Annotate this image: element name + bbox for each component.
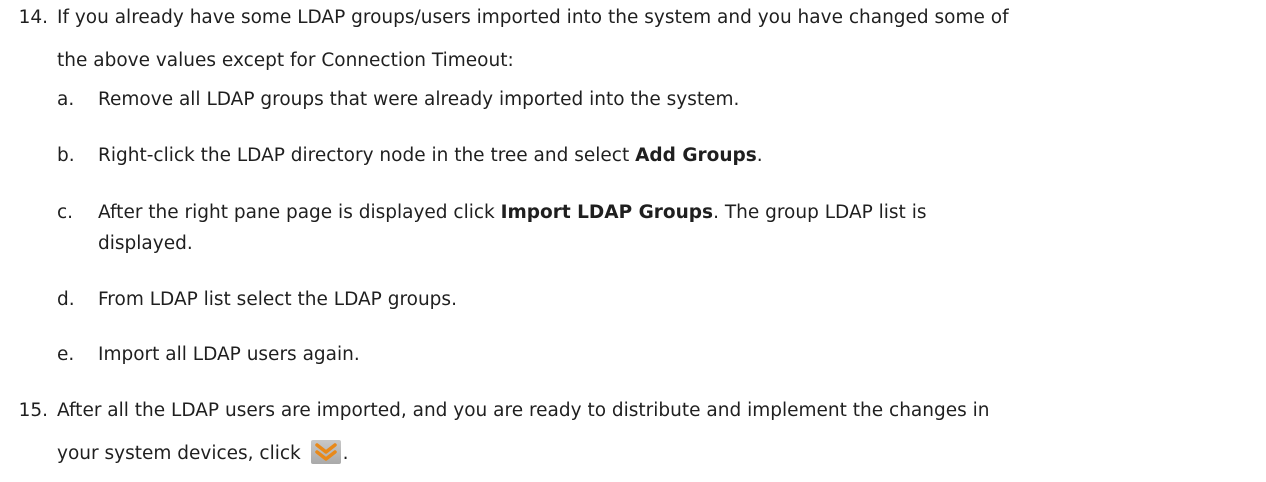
step-text-line: If you already have some LDAP groups/use… bbox=[57, 7, 1009, 28]
substep-text-after: . bbox=[756, 145, 763, 166]
menu-item-reference: Add Groups bbox=[635, 145, 757, 166]
step-text: After all the LDAP users are imported, a… bbox=[57, 395, 1257, 469]
substep-text-line: displayed. bbox=[98, 233, 193, 254]
substep-text: Import all LDAP users again. bbox=[98, 344, 360, 365]
substep-text: Right-click the LDAP directory node in t… bbox=[98, 140, 1218, 171]
step-text-line: your system devices, click . bbox=[57, 438, 1257, 469]
substep-letter: a. bbox=[57, 89, 75, 110]
step-number: 15. bbox=[18, 400, 48, 421]
substep-letter: e. bbox=[57, 344, 75, 365]
step-text-line: After all the LDAP users are imported, a… bbox=[57, 400, 990, 421]
step-text-before: your system devices, click bbox=[57, 443, 307, 464]
substep-letter: c. bbox=[57, 202, 74, 223]
substep-text-line: After the right pane page is displayed c… bbox=[98, 197, 1218, 228]
substep-text-after: . The group LDAP list is bbox=[713, 202, 927, 223]
step-text-line: the above values except for Connection T… bbox=[57, 50, 514, 71]
step-text: If you already have some LDAP groups/use… bbox=[57, 2, 1257, 76]
step-text-after: . bbox=[342, 443, 349, 464]
step-number: 14. bbox=[18, 7, 48, 28]
substep-text: After the right pane page is displayed c… bbox=[98, 197, 1218, 259]
button-reference: Import LDAP Groups bbox=[500, 202, 714, 223]
substep-letter: d. bbox=[57, 289, 75, 310]
substep-letter: b. bbox=[57, 145, 75, 166]
substep-text-before: After the right pane page is displayed c… bbox=[98, 202, 501, 223]
substep-text: Remove all LDAP groups that were already… bbox=[98, 89, 740, 110]
substep-text: From LDAP list select the LDAP groups. bbox=[98, 289, 457, 310]
substep-text-before: Right-click the LDAP directory node in t… bbox=[98, 145, 636, 166]
distribute-changes-icon bbox=[310, 440, 341, 464]
